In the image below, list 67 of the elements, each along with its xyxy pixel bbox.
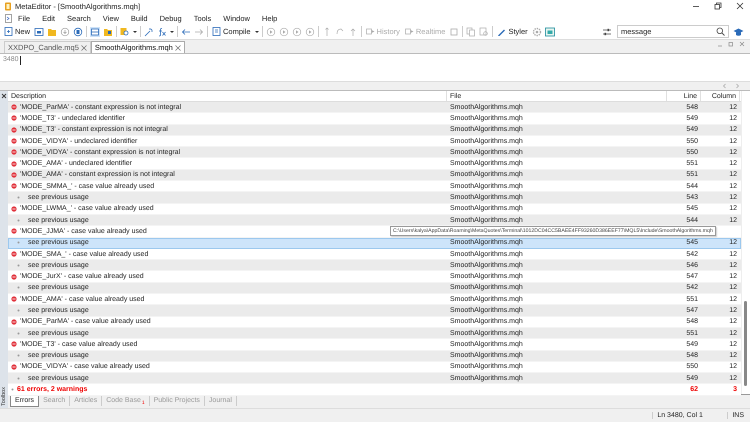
step-over-icon[interactable] xyxy=(334,26,345,36)
close-icon[interactable] xyxy=(174,44,181,50)
play-circle-icon[interactable] xyxy=(266,26,276,36)
bullet-icon xyxy=(17,196,20,200)
play-frame-icon xyxy=(404,27,414,36)
error-icon xyxy=(11,172,17,178)
error-icon xyxy=(11,274,17,280)
stop-icon[interactable] xyxy=(449,26,460,36)
play-circle-icon[interactable] xyxy=(304,26,315,36)
document-icon xyxy=(4,27,13,36)
bullet-icon xyxy=(17,264,20,267)
search-icon[interactable] xyxy=(120,26,130,36)
gear-icon[interactable] xyxy=(532,26,542,36)
error-icon xyxy=(11,149,17,156)
back-arrow-icon[interactable] xyxy=(181,26,192,36)
bullet-icon xyxy=(17,376,20,380)
scroll-right-icon[interactable] xyxy=(735,83,740,89)
window-icon[interactable] xyxy=(34,26,44,36)
bullet-icon xyxy=(17,308,20,312)
document-icon xyxy=(212,27,222,36)
bullet-icon xyxy=(17,286,20,290)
error-icon xyxy=(11,138,17,144)
download-icon[interactable] xyxy=(60,26,70,36)
sparkle-icon[interactable] xyxy=(144,26,154,36)
search-icon[interactable] xyxy=(716,27,725,36)
find-icon[interactable] xyxy=(479,26,490,36)
error-icon xyxy=(11,318,17,325)
close-icon[interactable] xyxy=(736,2,744,10)
caret-icon[interactable] xyxy=(254,30,259,32)
text-cursor xyxy=(20,56,21,65)
restore-icon[interactable] xyxy=(714,2,722,10)
bullet-icon xyxy=(17,241,20,244)
pen-icon xyxy=(497,27,506,36)
error-icon xyxy=(11,251,17,257)
error-icon xyxy=(11,115,17,122)
error-icon xyxy=(11,228,17,234)
bullet-icon xyxy=(17,354,20,358)
scrollbar-thumb[interactable] xyxy=(744,301,747,386)
error-icon xyxy=(11,341,17,348)
error-icon xyxy=(11,183,17,190)
close-icon[interactable] xyxy=(1,93,7,99)
document-icon xyxy=(5,14,12,22)
error-icon xyxy=(11,206,17,212)
bullet-icon xyxy=(11,388,14,392)
function-icon[interactable] xyxy=(157,26,168,36)
app-icon xyxy=(4,2,12,10)
filter-icon[interactable] xyxy=(602,26,612,36)
bullet-icon xyxy=(17,218,20,222)
error-icon xyxy=(11,296,17,302)
forward-arrow-icon[interactable] xyxy=(194,26,204,36)
play-circle-icon[interactable] xyxy=(292,26,302,36)
error-icon xyxy=(11,364,17,370)
scroll-left-icon[interactable] xyxy=(722,83,727,89)
error-icon xyxy=(11,104,17,110)
play-circle-icon[interactable] xyxy=(278,26,289,36)
error-icon xyxy=(11,126,17,133)
error-icon xyxy=(11,160,17,167)
caret-icon[interactable] xyxy=(133,30,138,32)
panel-icon[interactable] xyxy=(90,26,100,36)
graduation-cap-icon[interactable] xyxy=(733,26,744,36)
save-icon[interactable] xyxy=(73,26,84,36)
folder-icon[interactable] xyxy=(103,26,114,36)
play-frame-icon xyxy=(366,27,375,36)
bullet-icon xyxy=(17,332,20,335)
notification-count: 1 xyxy=(142,400,145,406)
caret-icon[interactable] xyxy=(170,30,174,32)
copy-icon[interactable] xyxy=(466,26,476,36)
